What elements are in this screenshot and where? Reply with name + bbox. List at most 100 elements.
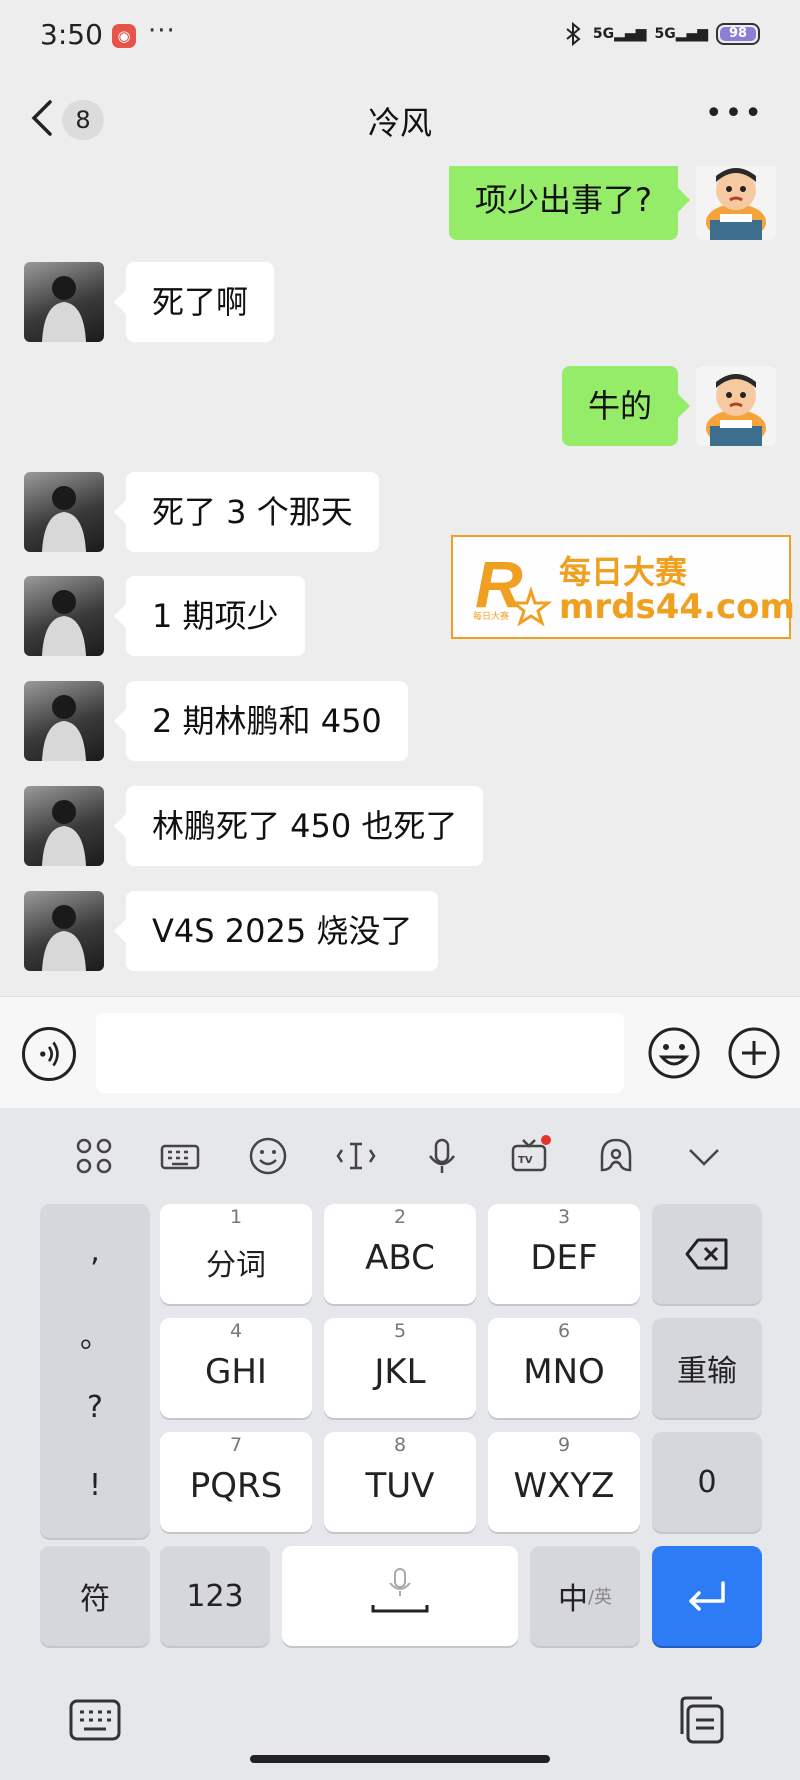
key-label: ABC xyxy=(365,1238,435,1278)
keyboard-switch-icon[interactable] xyxy=(68,1696,122,1744)
notification-app-icon: ◉ xyxy=(112,24,136,48)
home-indicator[interactable] xyxy=(250,1755,550,1763)
photo-avatar-icon xyxy=(42,905,86,971)
key-number: 5 xyxy=(393,1320,407,1342)
watermark-logo: R 每日大赛 xyxy=(473,547,553,627)
ime-keyboard: TV , 。 ? ! 1 分词 2 ABC 3 DEF 4 GHI 5 JKL … xyxy=(0,1108,800,1780)
network-label-2: 5G xyxy=(654,26,676,42)
watermark-url: mrds44.com xyxy=(559,587,795,627)
enter-key[interactable] xyxy=(652,1546,762,1646)
add-attachment-icon[interactable] xyxy=(726,1025,782,1081)
key-2-abc[interactable]: 2 ABC xyxy=(324,1204,476,1304)
backspace-icon xyxy=(685,1238,728,1270)
voice-input-icon[interactable] xyxy=(22,1027,76,1081)
punct-period[interactable]: 。 xyxy=(40,1312,150,1356)
photo-avatar-icon xyxy=(42,695,86,761)
key-label: GHI xyxy=(205,1352,267,1392)
key-number: 6 xyxy=(557,1320,571,1342)
message-input[interactable] xyxy=(96,1013,624,1093)
chat-header: 8 冷风 ••• xyxy=(0,74,800,166)
key-label: DEF xyxy=(530,1238,598,1278)
collapse-keyboard-icon[interactable] xyxy=(682,1134,726,1178)
status-bar: 3:50 ◉ ··· 5G▂▄▆ 5G▂▄▆ 98 xyxy=(0,0,800,74)
contact-avatar[interactable] xyxy=(24,681,104,761)
battery-icon: 98 xyxy=(716,23,760,45)
key-number: 7 xyxy=(229,1434,243,1456)
keyboard-toolbar: TV xyxy=(0,1108,800,1200)
my-avatar[interactable] xyxy=(696,366,776,446)
message-bubble-outgoing[interactable]: 牛的 xyxy=(561,366,691,446)
key-label: MNO xyxy=(523,1352,605,1392)
numbers-key[interactable]: 123 xyxy=(160,1546,270,1646)
key-label: WXYZ xyxy=(513,1466,615,1506)
watermark-overlay: R 每日大赛 每日大赛 mrds44.com xyxy=(451,535,795,639)
cartoon-avatar-icon xyxy=(696,166,776,240)
message-bubble-incoming[interactable]: 1 期项少 xyxy=(114,576,305,656)
bluetooth-icon xyxy=(566,22,581,46)
key-6-mno[interactable]: 6 MNO xyxy=(488,1318,640,1418)
language-switch-key[interactable]: 中/英 xyxy=(530,1546,640,1646)
svg-text:TV: TV xyxy=(518,1155,533,1166)
key-5-jkl[interactable]: 5 JKL xyxy=(324,1318,476,1418)
numbers-label: 123 xyxy=(186,1578,244,1614)
message-bubble-incoming[interactable]: V4S 2025 烧没了 xyxy=(113,891,439,971)
key-number: 1 xyxy=(229,1206,243,1228)
key-label: PQRS xyxy=(189,1466,283,1506)
reenter-key[interactable]: 重输 xyxy=(652,1318,762,1418)
chat-title: 冷风 xyxy=(367,104,432,142)
clipboard-icon[interactable] xyxy=(676,1694,728,1746)
emoji-icon[interactable] xyxy=(646,1025,702,1081)
punctuation-column[interactable]: , 。 ? ! xyxy=(40,1204,150,1538)
key-0[interactable]: 0 xyxy=(652,1432,762,1532)
skin-theme-icon[interactable] xyxy=(594,1134,638,1178)
key-8-tuv[interactable]: 8 TUV xyxy=(324,1432,476,1532)
watermark-logo-text: 每日大赛 xyxy=(473,610,509,622)
space-key[interactable] xyxy=(282,1546,518,1646)
status-time: 3:50 xyxy=(40,18,103,51)
punct-exclamation[interactable]: ! xyxy=(40,1468,150,1503)
keyboard-bottom-bar xyxy=(0,1668,800,1780)
contact-avatar[interactable] xyxy=(24,262,104,342)
key-1-fenci[interactable]: 1 分词 xyxy=(160,1204,312,1304)
contact-avatar[interactable] xyxy=(24,891,104,971)
lang-main-label: 中 xyxy=(557,1582,588,1617)
key-label: 分词 xyxy=(206,1248,266,1283)
contact-avatar[interactable] xyxy=(24,472,104,552)
photo-avatar-icon xyxy=(42,590,86,656)
message-bubble-incoming[interactable]: 林鹏死了 450 也死了 xyxy=(113,786,484,866)
signal-1-icon: 5G▂▄▆ xyxy=(592,26,647,42)
contact-avatar[interactable] xyxy=(24,786,104,866)
punct-question[interactable]: ? xyxy=(40,1390,150,1425)
photo-avatar-icon xyxy=(42,800,86,866)
apps-grid-icon[interactable] xyxy=(72,1134,116,1178)
key-4-ghi[interactable]: 4 GHI xyxy=(160,1318,312,1418)
more-options-icon[interactable]: ••• xyxy=(705,96,764,131)
message-bubble-outgoing[interactable]: 项少出事了? xyxy=(449,166,690,240)
network-label-1: 5G xyxy=(592,26,615,42)
tv-icon[interactable]: TV xyxy=(508,1134,552,1178)
microphone-icon[interactable] xyxy=(420,1134,464,1178)
symbols-label: 符 xyxy=(80,1582,110,1617)
key-number: 8 xyxy=(393,1434,407,1456)
enter-icon xyxy=(689,1581,725,1611)
message-bubble-incoming[interactable]: 2 期林鹏和 450 xyxy=(114,681,408,761)
emoji-keyboard-icon[interactable] xyxy=(246,1134,290,1178)
cursor-move-icon[interactable] xyxy=(334,1134,378,1178)
key-3-def[interactable]: 3 DEF xyxy=(488,1204,640,1304)
key-0-label: 0 xyxy=(697,1464,717,1500)
signal-2-icon: 5G▂▄▆ xyxy=(654,26,708,42)
symbols-key[interactable]: 符 xyxy=(40,1546,150,1646)
punct-comma[interactable]: , xyxy=(40,1234,150,1269)
watermark-logo-letter: R xyxy=(475,547,523,621)
contact-avatar[interactable] xyxy=(24,576,104,656)
key-9-wxyz[interactable]: 9 WXYZ xyxy=(488,1432,640,1532)
key-label: JKL xyxy=(374,1352,426,1392)
keyboard-layout-icon[interactable] xyxy=(158,1134,202,1178)
backspace-key[interactable] xyxy=(652,1204,762,1304)
key-7-pqrs[interactable]: 7 PQRS xyxy=(160,1432,312,1532)
more-notifications-icon: ··· xyxy=(148,16,176,46)
message-bubble-incoming[interactable]: 死了 3 个那天 xyxy=(114,472,379,552)
message-bubble-incoming[interactable]: 死了啊 xyxy=(113,262,275,342)
lang-alt-label: /英 xyxy=(587,1587,613,1608)
my-avatar[interactable] xyxy=(696,166,776,240)
